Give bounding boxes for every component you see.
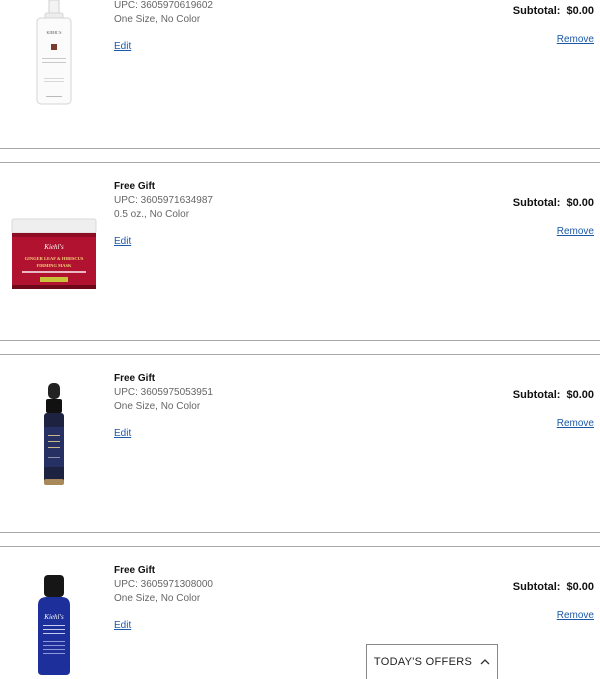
cart-item: Kiehl's GINGER LEAF & HIBISCUS FIRMING M… (0, 163, 600, 340)
divider (0, 340, 600, 341)
chevron-up-icon (480, 657, 490, 668)
edit-link[interactable]: Edit (114, 619, 131, 633)
cart-item: Kiehl's Free Gift UPC: 3605971308000 One… (0, 547, 600, 676)
subtotal-label: Subtotal: (512, 581, 561, 593)
free-gift-label: Free Gift (114, 181, 156, 192)
bottle-brand-text: Kiehl's (43, 613, 64, 621)
free-gift-label: Free Gift (114, 565, 156, 576)
remove-link[interactable]: Remove (557, 226, 594, 237)
edit-link[interactable]: Edit (114, 427, 131, 441)
free-gift-label: Free Gift (114, 373, 156, 384)
item-variant: 0.5 oz., No Color (114, 209, 190, 220)
subtotal-label: Subtotal: (512, 5, 561, 17)
item-details: Free Gift UPC: 3605975053951 One Size, N… (114, 372, 213, 441)
todays-offers-button[interactable]: TODAY'S OFFERS (366, 644, 498, 679)
item-subtotal: Subtotal: $0.00 (513, 197, 594, 209)
jar-product-text: GINGER LEAF & HIBISCUS (25, 256, 84, 261)
edit-link[interactable]: Edit (114, 235, 131, 249)
jar-type-text: FIRMING MASK (36, 263, 72, 268)
item-variant: One Size, No Color (114, 593, 201, 604)
serum-bottle-image: KIEHL'S (36, 0, 72, 105)
product-image[interactable]: Kiehl's GINGER LEAF & HIBISCUS FIRMING M… (10, 217, 98, 293)
blue-bottle-image: Kiehl's (38, 575, 70, 675)
item-upc: UPC: 3605975053951 (114, 387, 213, 398)
remove-link[interactable]: Remove (557, 610, 594, 621)
item-variant: One Size, No Color (114, 14, 201, 25)
item-subtotal: Subtotal: $0.00 (513, 581, 594, 593)
dropper-bottle-image (44, 383, 64, 485)
remove-link[interactable]: Remove (557, 418, 594, 429)
cart-item: Free Gift UPC: 3605975053951 One Size, N… (0, 355, 600, 532)
product-image[interactable] (10, 383, 98, 487)
subtotal-value: $0.00 (566, 5, 594, 17)
subtotal-value: $0.00 (566, 581, 594, 593)
subtotal-value: $0.00 (566, 197, 594, 209)
jar-brand-text: Kiehl's (43, 243, 64, 251)
item-upc: UPC: 3605970619602 (114, 0, 213, 11)
item-subtotal: Subtotal: $0.00 (513, 389, 594, 401)
item-details: UPC: 3605970619602 One Size, No Color Ed… (114, 0, 213, 54)
item-details: Free Gift UPC: 3605971308000 One Size, N… (114, 564, 213, 633)
item-upc: UPC: 3605971308000 (114, 579, 213, 590)
mask-jar-image: Kiehl's GINGER LEAF & HIBISCUS FIRMING M… (11, 218, 97, 289)
divider (0, 532, 600, 533)
cart-item: KIEHL'S UPC: 3605970619602 One Size, No … (0, 0, 600, 148)
remove-link[interactable]: Remove (557, 34, 594, 45)
todays-offers-label: TODAY'S OFFERS (373, 656, 473, 668)
item-details: Free Gift UPC: 3605971634987 0.5 oz., No… (114, 180, 213, 249)
item-upc: UPC: 3605971634987 (114, 195, 213, 206)
subtotal-label: Subtotal: (512, 197, 561, 209)
subtotal-label: Subtotal: (512, 389, 561, 401)
edit-link[interactable]: Edit (114, 40, 131, 54)
divider (0, 148, 600, 149)
item-variant: One Size, No Color (114, 401, 201, 412)
svg-text:KIEHL'S: KIEHL'S (47, 30, 62, 35)
subtotal-value: $0.00 (566, 389, 594, 401)
product-image[interactable]: KIEHL'S (10, 0, 98, 108)
item-subtotal: Subtotal: $0.00 (513, 5, 594, 17)
product-image[interactable]: Kiehl's (10, 575, 98, 677)
